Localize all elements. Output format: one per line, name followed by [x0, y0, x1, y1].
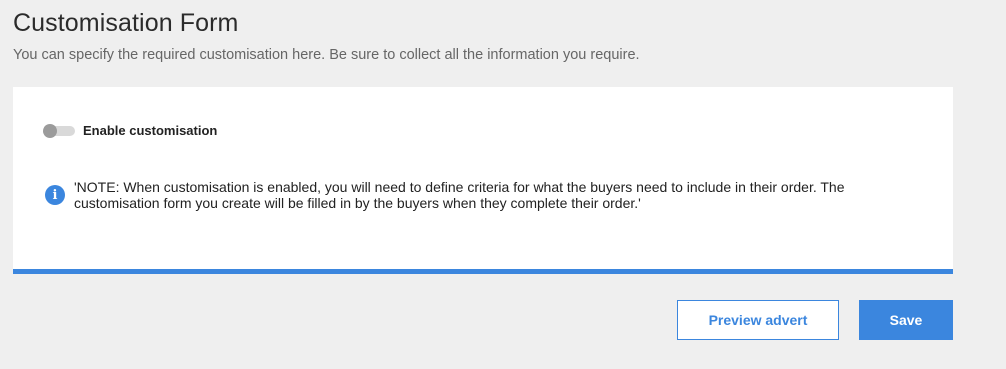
enable-customisation-row: Enable customisation	[43, 123, 217, 138]
info-icon: i	[45, 185, 65, 205]
page-subtitle: You can specify the required customisati…	[13, 47, 640, 63]
preview-advert-button[interactable]: Preview advert	[677, 300, 839, 340]
customisation-card: Enable customisation i 'NOTE: When custo…	[13, 87, 953, 274]
enable-customisation-label: Enable customisation	[83, 123, 218, 138]
page-title: Customisation Form	[13, 9, 239, 37]
toggle-knob	[43, 123, 57, 138]
customisation-note: i 'NOTE: When customisation is enabled, …	[45, 179, 904, 211]
note-text: 'NOTE: When customisation is enabled, yo…	[74, 179, 845, 211]
enable-customisation-toggle[interactable]	[43, 123, 75, 138]
save-button[interactable]: Save	[859, 300, 953, 340]
